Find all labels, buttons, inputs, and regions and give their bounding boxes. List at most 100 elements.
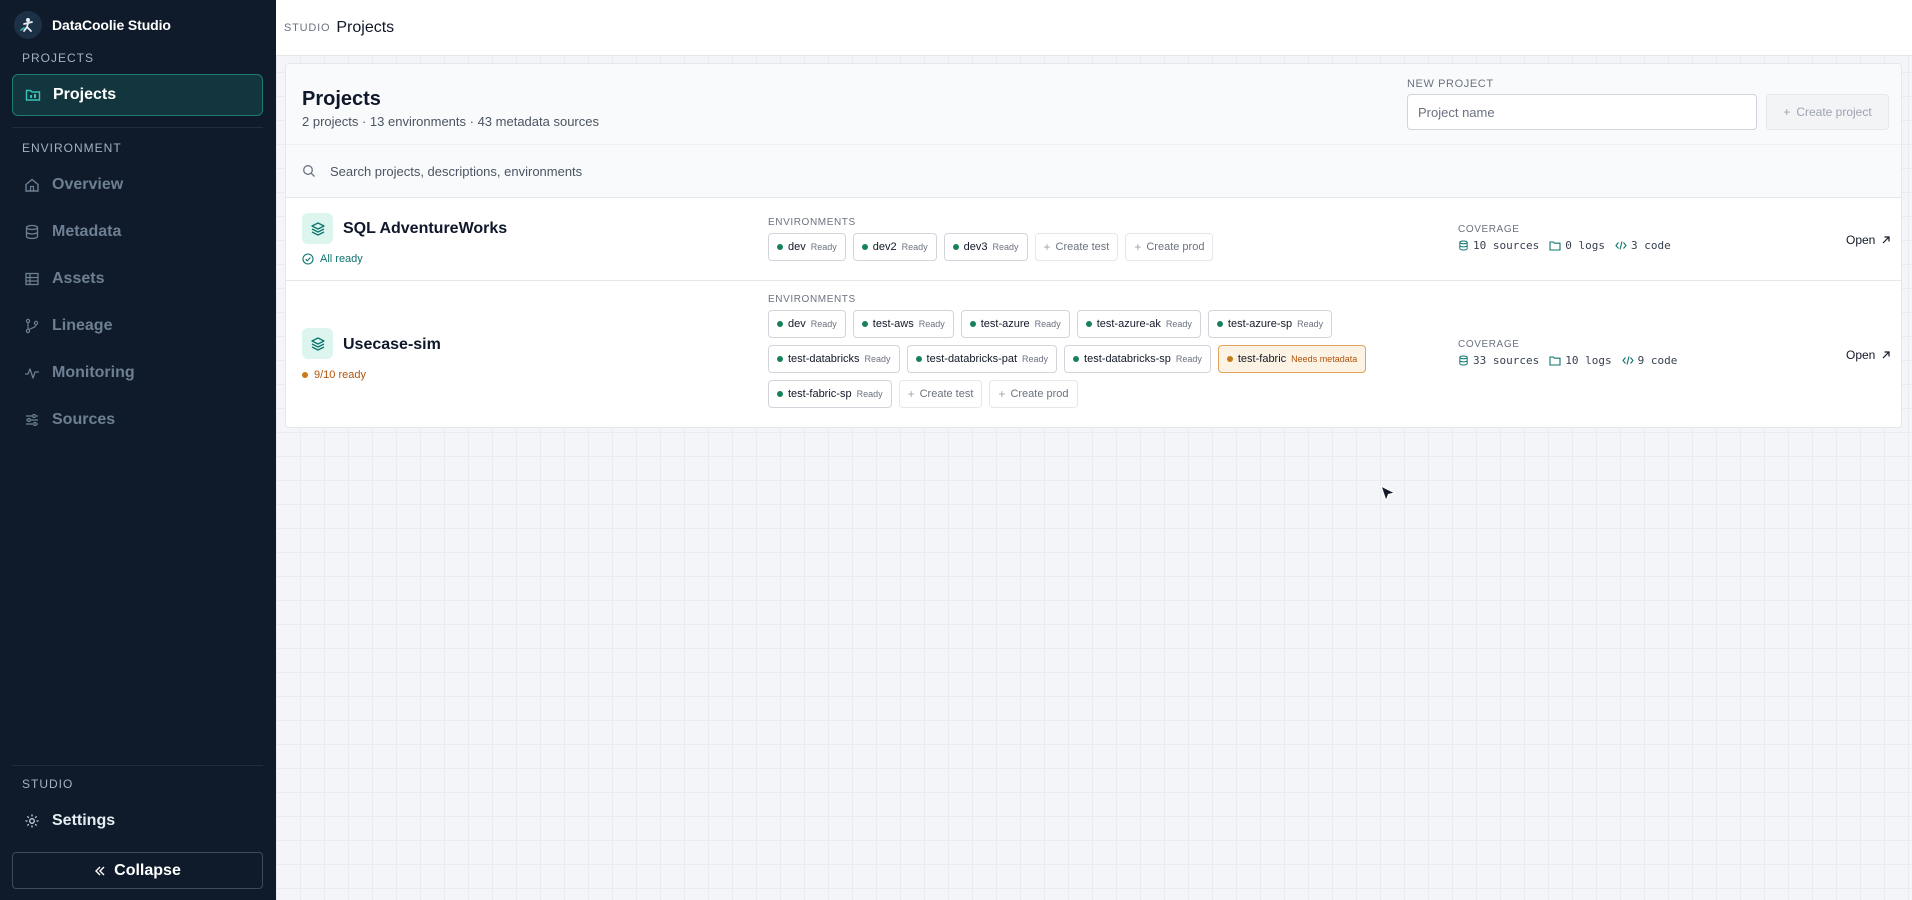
page-title: Projects (336, 18, 395, 36)
env-chip[interactable]: test-azure-sp Ready (1207, 310, 1333, 338)
brand[interactable]: DataCoolie Studio (14, 10, 171, 40)
env-status: Ready (1175, 354, 1202, 364)
new-project-label: NEW PROJECT (1407, 78, 1494, 90)
create-prod-button[interactable]: + Create prod (989, 380, 1078, 408)
gear-icon (25, 814, 39, 828)
coverage-stats: 10 sources 0 logs 3 code (1458, 239, 1671, 252)
sidebar-item-monitoring[interactable]: Monitoring (12, 352, 263, 394)
sidebar-item-label: Projects (53, 86, 117, 103)
sidebar-item-metadata[interactable]: Metadata (12, 211, 263, 253)
coverage-stats: 33 sources 10 logs 9 code (1458, 354, 1677, 367)
project-status-label: 9/10 ready (314, 369, 366, 381)
env-status: Needs metadata (1291, 354, 1358, 364)
env-name: test-databricks-sp (1084, 353, 1171, 365)
app-name: DataCoolie Studio (52, 17, 171, 33)
status-dot (1216, 321, 1223, 327)
sources-count: 33 sources (1473, 354, 1540, 367)
env-chip[interactable]: dev Ready (768, 233, 846, 261)
plus-icon: + (1783, 105, 1791, 119)
sidebar-item-label: Sources (52, 411, 116, 428)
status-dot (861, 244, 868, 250)
env-status: Ready (901, 242, 928, 252)
collapse-button[interactable]: Collapse (12, 852, 263, 889)
panel-header: Projects 2 projects · 13 environments · … (286, 64, 1901, 144)
sidebar-item-label: Lineage (52, 317, 113, 334)
section-label-environment: ENVIRONMENT (22, 141, 122, 155)
sidebar: DataCoolie Studio PROJECTS Projects ENVI… (0, 0, 276, 900)
status-dot (777, 356, 783, 362)
plus-icon: + (998, 387, 1006, 401)
create-prod-label: Create prod (1146, 241, 1205, 253)
sidebar-item-label: Assets (52, 270, 105, 287)
project-name[interactable]: SQL AdventureWorks (343, 220, 507, 238)
open-project-link[interactable]: Open (1846, 233, 1891, 247)
section-label-studio: STUDIO (22, 777, 74, 791)
env-chip[interactable]: test-databricks-sp Ready (1064, 345, 1211, 373)
status-dot (1226, 356, 1233, 362)
topbar: STUDIO Projects (276, 0, 1912, 56)
env-name: test-databricks (788, 353, 860, 365)
env-chip[interactable]: test-aws Ready (852, 310, 954, 338)
project-row[interactable]: SQL AdventureWorks All ready ENVIRONMENT… (286, 198, 1901, 281)
env-name: dev3 (963, 241, 988, 253)
env-status: Ready (810, 319, 837, 329)
brand-logo-icon (14, 11, 42, 39)
create-prod-button[interactable]: + Create prod (1125, 233, 1214, 261)
env-name: test-azure-ak (1096, 318, 1161, 330)
breadcrumb[interactable]: STUDIO (284, 22, 330, 34)
folder-icon (1549, 356, 1561, 366)
env-chip[interactable]: test-azure Ready (960, 310, 1070, 338)
sidebar-divider (12, 127, 263, 128)
env-chip[interactable]: test-databricks Ready (768, 345, 900, 373)
create-test-button[interactable]: + Create test (898, 380, 983, 408)
sidebar-item-settings[interactable]: Settings (12, 800, 263, 842)
home-icon (25, 178, 39, 192)
project-name[interactable]: Usecase-sim (343, 336, 441, 354)
sidebar-item-lineage[interactable]: Lineage (12, 305, 263, 347)
sidebar-item-projects[interactable]: Projects (12, 74, 263, 116)
env-name: test-azure-sp (1227, 318, 1293, 330)
search-input[interactable] (330, 163, 930, 179)
search-icon (303, 165, 315, 177)
sidebar-item-assets[interactable]: Assets (12, 258, 263, 300)
project-name-input[interactable] (1407, 94, 1757, 130)
env-status: Ready (1165, 319, 1192, 329)
table-icon (25, 272, 39, 286)
search-bar (286, 144, 1901, 198)
sidebar-item-sources[interactable]: Sources (12, 399, 263, 441)
projects-panel: Projects 2 projects · 13 environments · … (285, 63, 1902, 428)
env-status: Ready (810, 242, 837, 252)
env-chip-warning[interactable]: test-fabric Needs metadata (1217, 345, 1367, 373)
activity-icon (25, 368, 39, 379)
env-chip[interactable]: dev3 Ready (943, 233, 1028, 261)
env-name: dev (788, 318, 806, 330)
sidebar-item-overview[interactable]: Overview (12, 164, 263, 206)
create-test-button[interactable]: + Create test (1034, 233, 1119, 261)
code-count: 9 code (1637, 354, 1678, 367)
create-project-button[interactable]: + Create project (1766, 94, 1889, 130)
env-status: Ready (856, 389, 883, 399)
env-chip[interactable]: test-fabric-sp Ready (768, 380, 892, 408)
environment-chips: dev Ready dev2 Ready dev3 Ready + Create tes… (768, 233, 1428, 261)
status-dot (777, 391, 783, 397)
env-name: test-azure (980, 318, 1030, 330)
arrow-up-right-icon (1882, 351, 1890, 359)
layers-icon (302, 213, 333, 244)
status-dot (777, 244, 783, 250)
env-status: Ready (1297, 319, 1324, 329)
mouse-cursor-icon (1380, 485, 1396, 502)
logs-count: 0 logs (1565, 239, 1605, 252)
env-chip[interactable]: dev2 Ready (852, 233, 937, 261)
env-chip[interactable]: test-azure-ak Ready (1076, 310, 1201, 338)
create-prod-label: Create prod (1010, 388, 1069, 400)
env-chip[interactable]: test-databricks-pat Ready (906, 345, 1058, 373)
collapse-label: Collapse (114, 861, 181, 879)
project-row[interactable]: Usecase-sim 9/10 ready ENVIRONMENTS dev R… (286, 281, 1901, 427)
open-label: Open (1846, 348, 1876, 362)
arrow-up-right-icon (1882, 236, 1890, 244)
branch-icon (25, 318, 39, 334)
open-project-link[interactable]: Open (1846, 348, 1891, 362)
env-chip[interactable]: dev Ready (768, 310, 846, 338)
sidebar-item-label: Overview (52, 176, 124, 193)
env-status: Ready (864, 354, 891, 364)
